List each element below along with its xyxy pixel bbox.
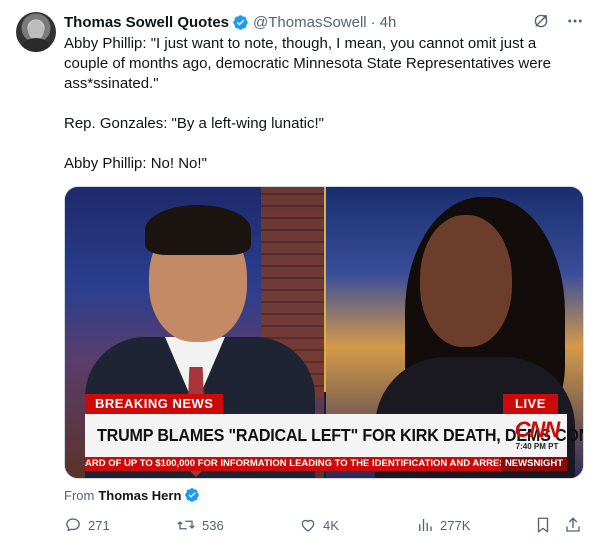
tweet-timestamp[interactable]: 4h: [380, 14, 397, 31]
author-name[interactable]: Thomas Sowell Quotes: [64, 14, 229, 31]
reply-count: 271: [88, 517, 110, 533]
avatar-body: [22, 38, 50, 52]
reply-icon: [64, 516, 82, 534]
tweet-header: Thomas Sowell Quotes @ThomasSowell · 4h: [64, 12, 396, 32]
grok-icon[interactable]: [532, 12, 550, 30]
more-icon[interactable]: [566, 12, 584, 30]
tweet-paragraph: Abby Phillip: "I just want to note, thou…: [64, 35, 551, 92]
views-icon: [416, 516, 434, 534]
video-thumbnail[interactable]: BREAKING NEWS LIVE TRUMP BLAMES "RADICAL…: [64, 186, 584, 479]
repost-button[interactable]: 536: [176, 515, 224, 535]
breaking-news-label: BREAKING NEWS: [85, 394, 224, 414]
video-attribution: From Thomas Hern: [64, 487, 200, 503]
like-count: 4K: [323, 517, 339, 533]
reply-button[interactable]: 271: [64, 515, 110, 535]
share-icon: [564, 516, 582, 534]
views-button[interactable]: 277K: [416, 515, 470, 535]
ticker-program-tag: NEWSNIGHT: [500, 457, 567, 471]
repost-count: 536: [202, 517, 224, 533]
live-badge: LIVE: [503, 394, 558, 414]
tweet-body: Abby Phillip: "I just want to note, thou…: [64, 34, 584, 174]
avatar-face: [28, 20, 44, 40]
author-handle[interactable]: @ThomasSowell: [253, 14, 367, 31]
verified-badge-icon: [232, 14, 249, 31]
split-screen-divider: [324, 187, 326, 392]
repost-icon: [176, 516, 196, 534]
tweet-action-bar: 271 536 4K 277K: [64, 515, 584, 535]
bookmark-icon: [534, 516, 552, 534]
attribution-prefix: From: [64, 487, 95, 503]
chyron: TRUMP BLAMES "RADICAL LEFT" FOR KIRK DEA…: [85, 414, 583, 457]
separator-dot: ·: [370, 13, 376, 31]
ticker-text: ARD OF UP TO $100,000 FOR INFORMATION LE…: [85, 458, 506, 469]
cnn-logo: CNN: [514, 417, 561, 442]
share-button[interactable]: [564, 515, 582, 535]
tweet-paragraph: Rep. Gonzales: "By a left-wing lunatic!": [64, 115, 324, 132]
news-ticker: ARD OF UP TO $100,000 FOR INFORMATION LE…: [85, 457, 567, 471]
guest-hair: [145, 205, 251, 255]
author-avatar[interactable]: [16, 12, 56, 52]
views-count: 277K: [440, 517, 471, 533]
broadcast-time: 7:40 PM PT: [515, 442, 559, 451]
like-button[interactable]: 4K: [299, 515, 339, 535]
like-icon: [299, 516, 317, 534]
verified-badge-icon: [184, 487, 200, 503]
bookmark-button[interactable]: [534, 515, 552, 535]
tweet-paragraph: Abby Phillip: No! No!": [64, 155, 207, 172]
host-face: [420, 215, 512, 347]
tweet-top-actions: [532, 12, 584, 30]
attribution-source[interactable]: Thomas Hern: [98, 488, 181, 503]
